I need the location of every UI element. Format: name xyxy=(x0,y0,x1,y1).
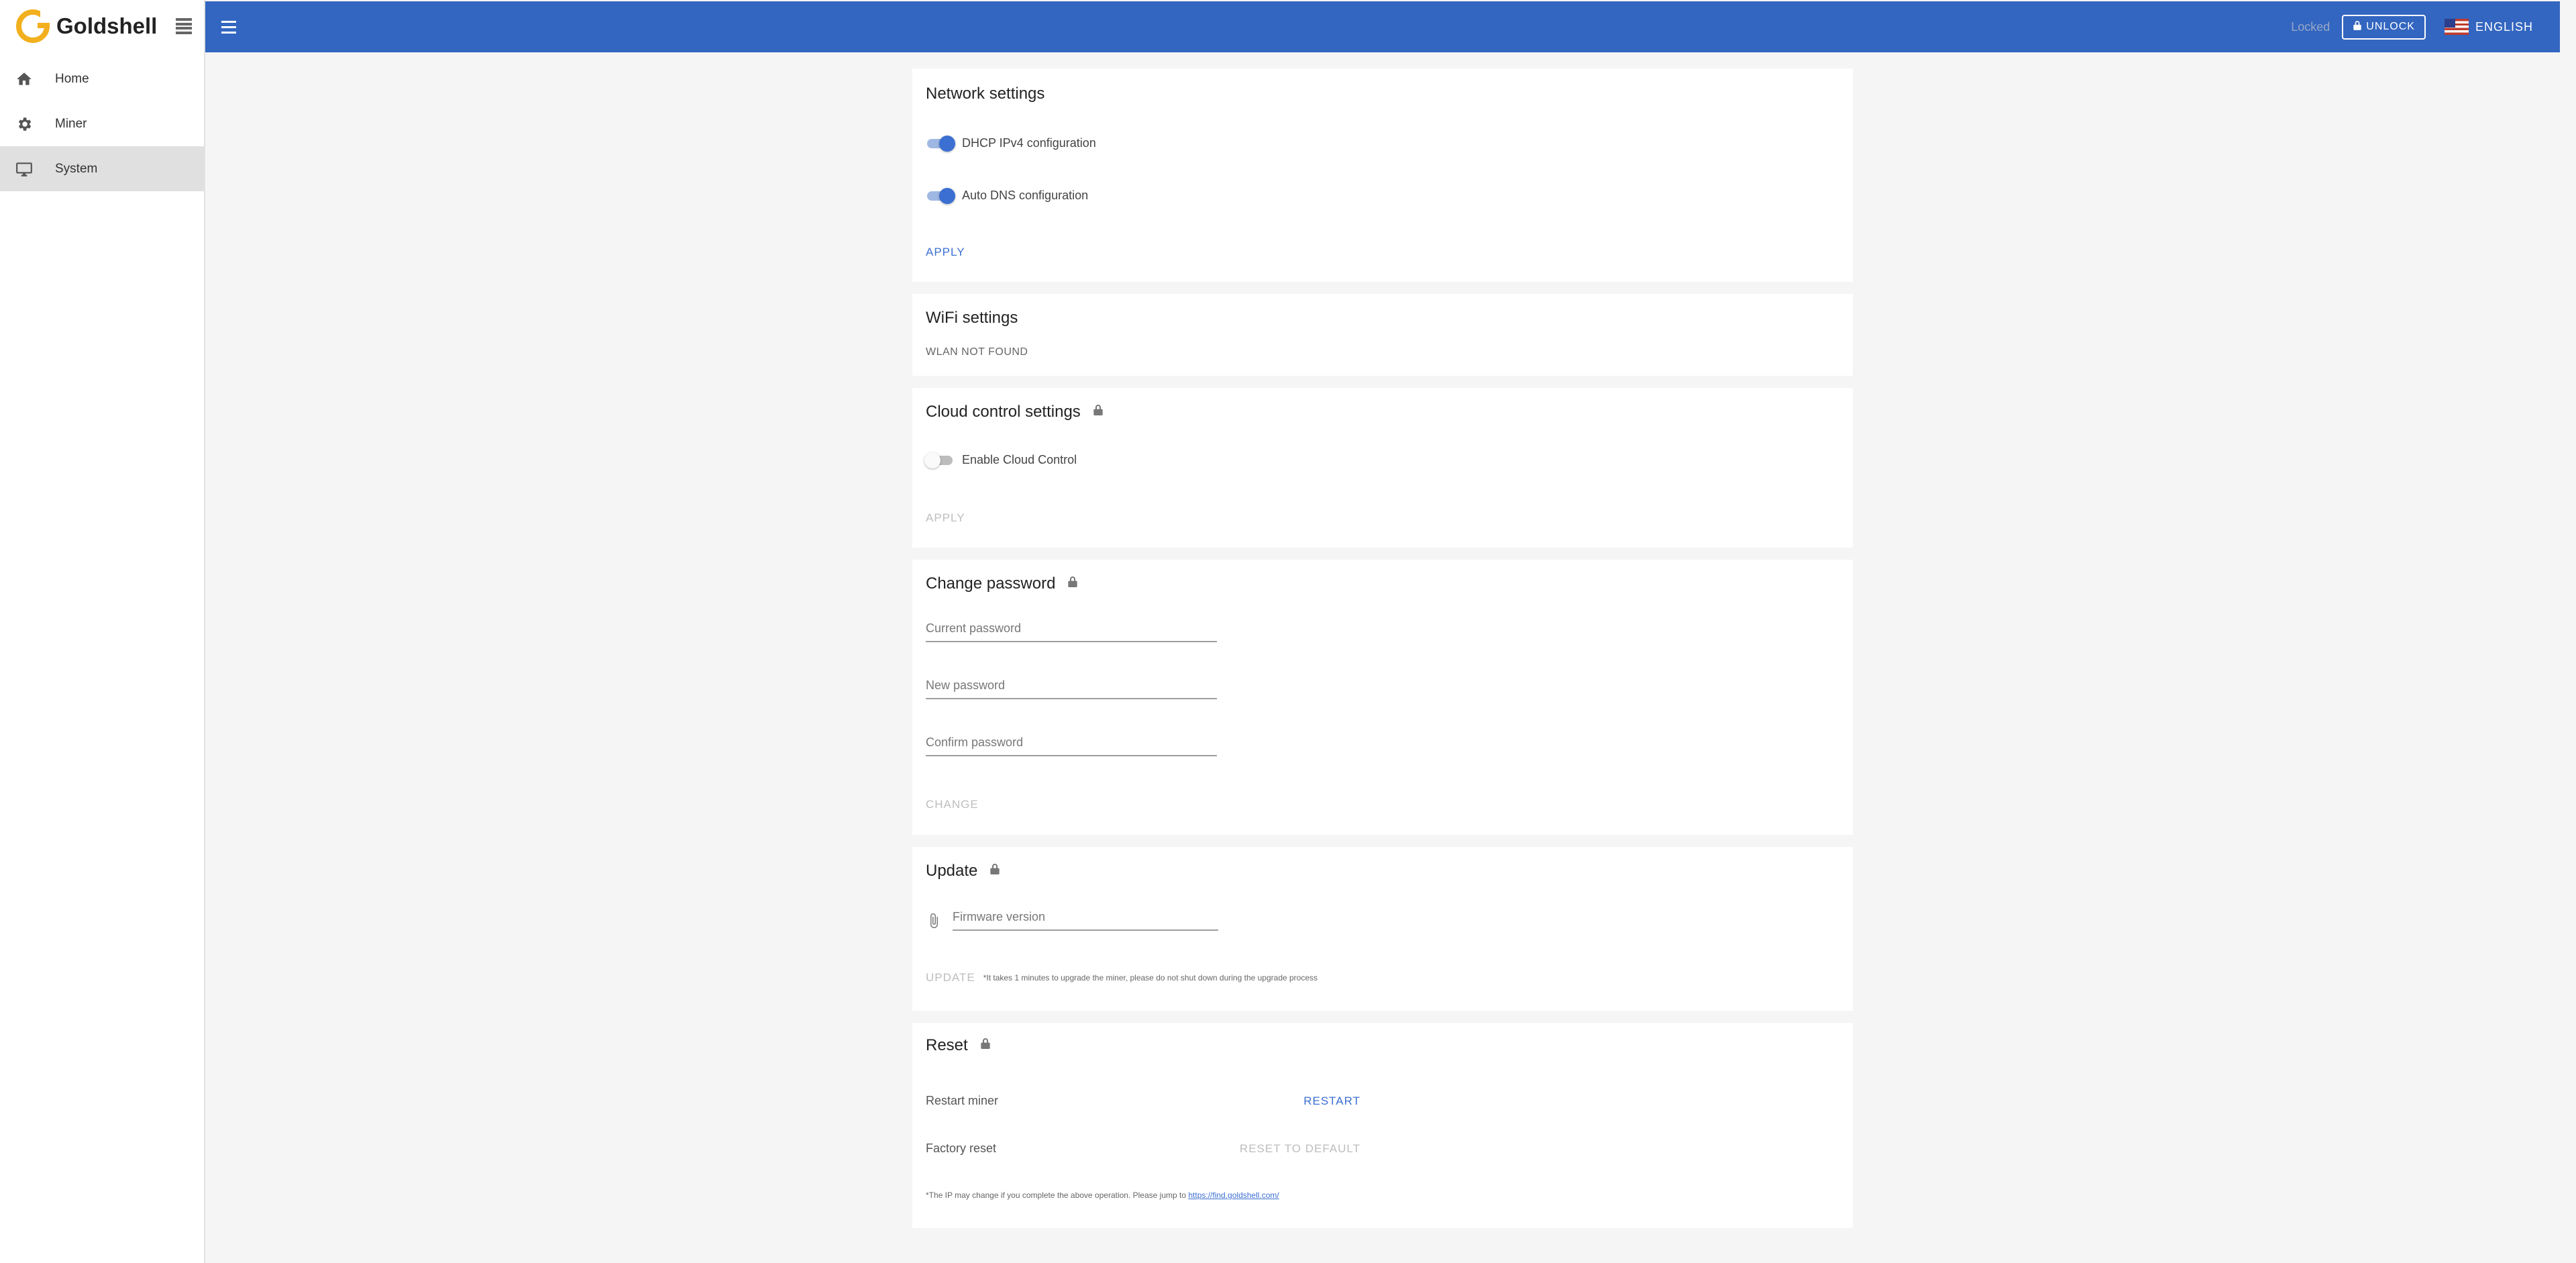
network-settings-card: Network settings DHCP IPv4 configuration… xyxy=(912,68,1853,282)
paperclip-icon[interactable] xyxy=(926,911,942,931)
reset-title: Reset xyxy=(926,1036,968,1054)
update-row: UPDATE *It takes 1 minutes to upgrade th… xyxy=(926,971,1839,984)
network-apply-button[interactable]: APPLY xyxy=(926,246,1839,259)
language-selector[interactable]: ENGLISH xyxy=(2444,19,2533,35)
us-flag-icon xyxy=(2444,19,2469,35)
card-title: WiFi settings xyxy=(926,309,1018,327)
unlock-button[interactable]: UNLOCK xyxy=(2342,14,2426,40)
reset-to-default-button[interactable]: RESET TO DEFAULT xyxy=(1240,1142,1360,1156)
dhcp-row: DHCP IPv4 configuration xyxy=(926,136,1839,152)
find-goldshell-link[interactable]: https://find.goldshell.com/ xyxy=(1188,1191,1279,1200)
cloud-control-toggle[interactable] xyxy=(924,452,954,468)
dhcp-label: DHCP IPv4 configuration xyxy=(962,136,1096,150)
lock-icon xyxy=(980,1036,991,1055)
sidebar-item-home[interactable]: Home xyxy=(0,56,204,101)
goldshell-logo-icon xyxy=(16,9,50,43)
sidebar-item-miner[interactable]: Miner xyxy=(0,101,204,146)
dhcp-toggle[interactable] xyxy=(926,136,955,152)
update-note: *It takes 1 minutes to upgrade the miner… xyxy=(983,973,1318,982)
new-password-field[interactable]: New password xyxy=(926,678,1217,699)
firmware-input[interactable]: Firmware version xyxy=(953,910,1218,931)
sidebar-item-label: Miner xyxy=(55,116,87,131)
card-title: Cloud control settings xyxy=(926,403,1839,421)
factory-reset-row: Factory reset RESET TO DEFAULT xyxy=(926,1142,1360,1156)
language-label: ENGLISH xyxy=(2475,19,2533,34)
confirm-password-field[interactable]: Confirm password xyxy=(926,736,1217,756)
update-title: Update xyxy=(926,862,978,880)
firmware-row: Firmware version xyxy=(926,910,1839,931)
change-password-button[interactable]: CHANGE xyxy=(926,798,1839,811)
update-button[interactable]: UPDATE xyxy=(926,971,975,984)
sidebar: Goldshell Home Miner System xyxy=(0,0,205,1263)
wlan-status: WLAN NOT FOUND xyxy=(926,346,1028,358)
home-icon xyxy=(15,70,34,89)
sidebar-toggle-icon[interactable] xyxy=(176,18,193,34)
dns-label: Auto DNS configuration xyxy=(962,188,1089,202)
password-title: Change password xyxy=(926,574,1056,593)
restart-label: Restart miner xyxy=(926,1094,999,1107)
lock-icon xyxy=(1067,574,1078,593)
menu-icon[interactable] xyxy=(221,16,243,38)
lock-icon xyxy=(2353,20,2362,34)
restart-button[interactable]: RESTART xyxy=(1303,1095,1360,1108)
cloud-title: Cloud control settings xyxy=(926,403,1081,421)
monitor-icon xyxy=(15,160,34,179)
cloud-control-card: Cloud control settings Enable Cloud Cont… xyxy=(912,388,1853,548)
lock-icon xyxy=(989,862,1000,880)
card-title: Change password xyxy=(926,574,1839,593)
header-actions: Locked UNLOCK ENGLISH xyxy=(2291,14,2533,40)
cloud-row: Enable Cloud Control xyxy=(924,452,1839,468)
dns-row: Auto DNS configuration xyxy=(926,188,1839,204)
restart-row: Restart miner RESTART xyxy=(926,1094,1360,1108)
wifi-settings-card: WiFi settings WLAN NOT FOUND xyxy=(912,294,1853,376)
system-settings-panel: Network settings DHCP IPv4 configuration… xyxy=(912,68,1853,1240)
card-title: Reset xyxy=(926,1036,1839,1055)
lock-status: Locked xyxy=(2291,19,2330,34)
reset-note-text: *The IP may change if you complete the a… xyxy=(926,1191,1187,1200)
change-password-card: Change password Current password New pas… xyxy=(912,560,1853,835)
card-title: Update xyxy=(926,862,1839,880)
current-password-field[interactable]: Current password xyxy=(926,621,1217,642)
sidebar-item-label: System xyxy=(55,161,98,176)
card-title: Network settings xyxy=(926,85,1045,103)
factory-reset-label: Factory reset xyxy=(926,1142,997,1155)
sidebar-item-system[interactable]: System xyxy=(0,146,204,191)
unlock-label: UNLOCK xyxy=(2366,21,2415,32)
reset-note: *The IP may change if you complete the a… xyxy=(926,1191,1839,1200)
cloud-label: Enable Cloud Control xyxy=(962,452,1077,466)
dns-toggle[interactable] xyxy=(926,188,955,204)
reset-card: Reset Restart miner RESTART Factory rese… xyxy=(912,1023,1853,1228)
brand: Goldshell xyxy=(0,0,204,52)
sidebar-item-label: Home xyxy=(55,71,89,86)
brand-name: Goldshell xyxy=(56,13,158,38)
update-card: Update Firmware version UPDATE *It takes… xyxy=(912,847,1853,1011)
top-bar: Locked UNLOCK ENGLISH xyxy=(205,1,2560,52)
cloud-apply-button[interactable]: APPLY xyxy=(926,511,1839,525)
lock-icon xyxy=(1093,403,1104,421)
gear-icon xyxy=(15,115,34,134)
